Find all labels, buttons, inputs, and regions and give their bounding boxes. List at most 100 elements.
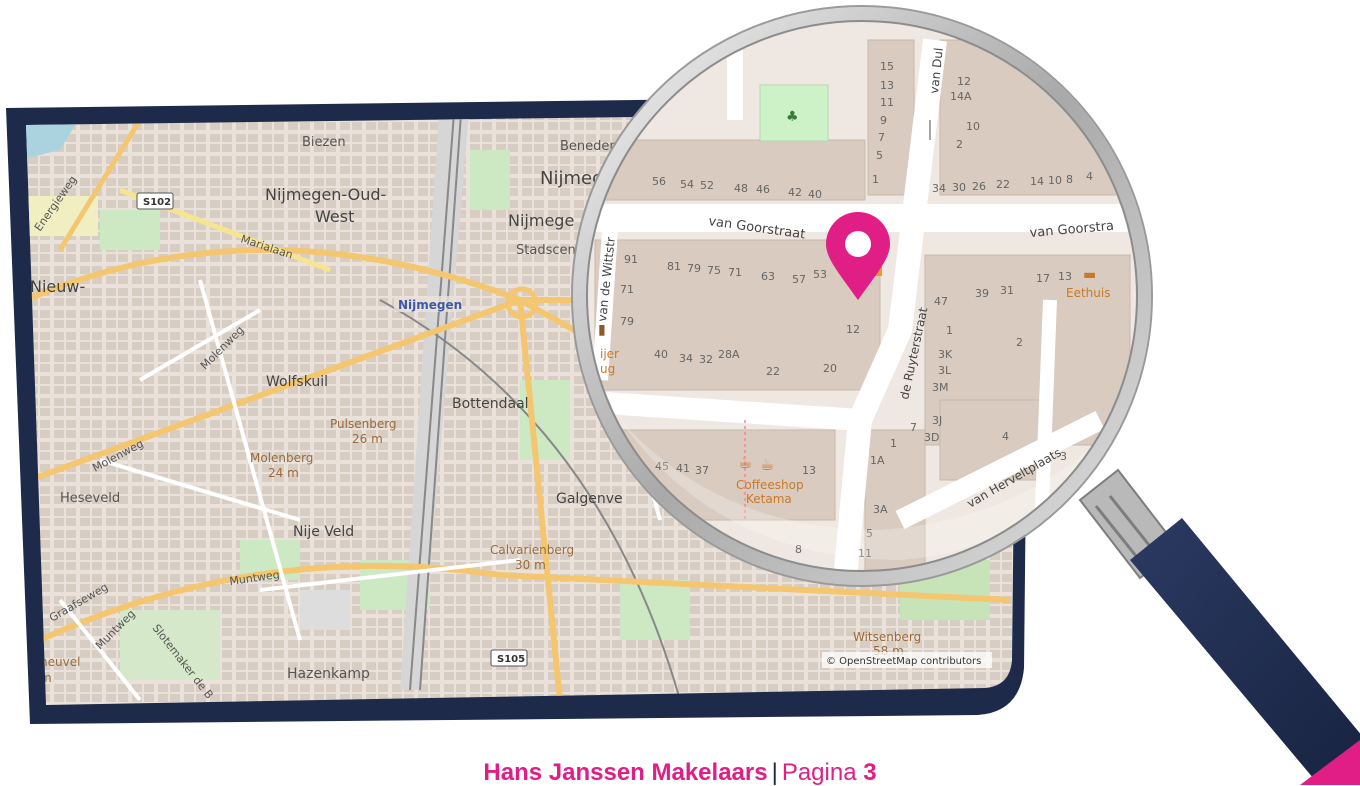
svg-text:40: 40: [808, 188, 822, 201]
svg-text:53: 53: [813, 268, 827, 281]
svg-text:39: 39: [975, 287, 989, 300]
svg-text:3A: 3A: [873, 503, 888, 516]
svg-text:2: 2: [956, 138, 963, 151]
magnifier-handle: [1078, 468, 1360, 785]
svg-text:1: 1: [872, 173, 879, 186]
svg-text:79: 79: [620, 315, 634, 328]
svg-text:8: 8: [1066, 173, 1073, 186]
svg-text:71: 71: [620, 283, 634, 296]
svg-text:12: 12: [846, 323, 860, 336]
brand-name: Hans Janssen Makelaars: [483, 759, 768, 786]
label-galgenveld: Galgenve: [556, 491, 623, 507]
svg-text:63: 63: [761, 270, 775, 283]
burger-icon: ▬: [1083, 267, 1096, 283]
label-pulsenberg: Pulsenberg: [330, 417, 397, 431]
coffee-icon-2: ☕: [760, 455, 774, 474]
label-pulsenberg-h: 26 m: [352, 432, 383, 446]
shield-s105: S105: [490, 649, 528, 667]
footer-separator: |: [771, 759, 778, 786]
poi-ug: ug: [600, 362, 615, 376]
svg-text:4: 4: [1086, 170, 1093, 183]
label-bottendaal: Bottendaal: [452, 396, 529, 412]
svg-text:13: 13: [880, 79, 894, 92]
label-molenberg: Molenberg: [250, 451, 313, 465]
svg-text:22: 22: [996, 178, 1010, 191]
svg-text:48: 48: [734, 182, 748, 195]
svg-text:11: 11: [880, 96, 894, 109]
svg-text:20: 20: [823, 362, 837, 375]
svg-text:22: 22: [766, 365, 780, 378]
svg-text:13: 13: [1058, 270, 1072, 283]
svg-text:10: 10: [966, 120, 980, 133]
svg-text:13: 13: [802, 464, 816, 477]
page-label: Pagina: [781, 759, 857, 786]
label-heuvel: heuvel: [40, 655, 80, 669]
svg-text:15: 15: [880, 60, 894, 73]
label-stadscentrum: Stadscen: [516, 243, 576, 258]
svg-text:71: 71: [728, 266, 742, 279]
svg-text:42: 42: [788, 186, 802, 199]
label-biezen: Biezen: [302, 135, 346, 150]
svg-text:7: 7: [910, 421, 917, 434]
svg-text:3J: 3J: [932, 414, 942, 427]
label-molenberg-h: 24 m: [268, 466, 299, 480]
svg-text:3: 3: [1060, 450, 1067, 463]
svg-text:7: 7: [878, 131, 885, 144]
page-number: 3: [863, 759, 877, 786]
svg-text:54: 54: [680, 178, 694, 191]
svg-text:91: 91: [624, 253, 638, 266]
svg-text:79: 79: [687, 262, 701, 275]
svg-text:9: 9: [880, 114, 887, 127]
svg-text:2: 2: [1016, 336, 1023, 349]
poi-coffeeshop-line2: Ketama: [746, 492, 792, 506]
label-calvarienberg-h: 30 m: [515, 558, 546, 572]
svg-text:75: 75: [707, 264, 721, 277]
svg-text:4: 4: [1002, 430, 1009, 443]
map-attribution: © OpenStreetMap contributors: [826, 656, 981, 667]
svg-text:1: 1: [890, 437, 897, 450]
svg-text:3D: 3D: [924, 431, 939, 444]
coffee-icon: ☕: [738, 453, 752, 472]
svg-text:52: 52: [700, 179, 714, 192]
svg-text:31: 31: [1000, 284, 1014, 297]
svg-text:34: 34: [932, 182, 946, 195]
label-nijmegen-2: Nijmege: [508, 211, 574, 230]
label-oud-west-2: West: [315, 207, 354, 226]
svg-text:5: 5: [876, 149, 883, 162]
label-oud-west-1: Nijmegen-Oud-: [265, 185, 386, 204]
svg-text:57: 57: [792, 273, 806, 286]
svg-text:3L: 3L: [938, 364, 952, 377]
label-heseveld: Heseveld: [60, 491, 120, 506]
svg-text:14: 14: [1030, 175, 1044, 188]
label-wolfskuil: Wolfskuil: [266, 374, 328, 390]
svg-text:1: 1: [946, 324, 953, 337]
footer: Hans Janssen Makelaars | Pagina 3: [0, 760, 1360, 785]
shield-s102: S102: [136, 192, 174, 210]
svg-text:1A: 1A: [870, 454, 885, 467]
svg-text:56: 56: [652, 175, 666, 188]
svg-text:17: 17: [1036, 272, 1050, 285]
label-nieuw: Nieuw-: [30, 277, 85, 296]
svg-text:46: 46: [756, 183, 770, 196]
poi-wijer: ijer: [600, 347, 619, 361]
svg-text:37: 37: [695, 464, 709, 477]
svg-text:34: 34: [679, 352, 693, 365]
label-hazenkamp: Hazenkamp: [287, 666, 370, 682]
svg-text:14A: 14A: [950, 90, 972, 103]
poi-coffeeshop-line1: Coffeeshop: [736, 478, 804, 492]
svg-text:3K: 3K: [938, 348, 953, 361]
label-nije-veld: Nije Veld: [293, 524, 354, 540]
svg-text:3M: 3M: [932, 381, 949, 394]
svg-text:12: 12: [957, 75, 971, 88]
svg-text:26: 26: [972, 180, 986, 193]
label-calvarienberg: Calvarienberg: [490, 543, 574, 557]
svg-text:40: 40: [654, 348, 668, 361]
svg-text:81: 81: [667, 260, 681, 273]
svg-text:28A: 28A: [718, 348, 740, 361]
svg-text:32: 32: [699, 353, 713, 366]
svg-text:30: 30: [952, 181, 966, 194]
svg-text:S102: S102: [143, 197, 171, 208]
bar-icon: ▮: [598, 322, 606, 338]
label-beneden: Beneden: [560, 139, 618, 154]
svg-text:47: 47: [934, 295, 948, 308]
